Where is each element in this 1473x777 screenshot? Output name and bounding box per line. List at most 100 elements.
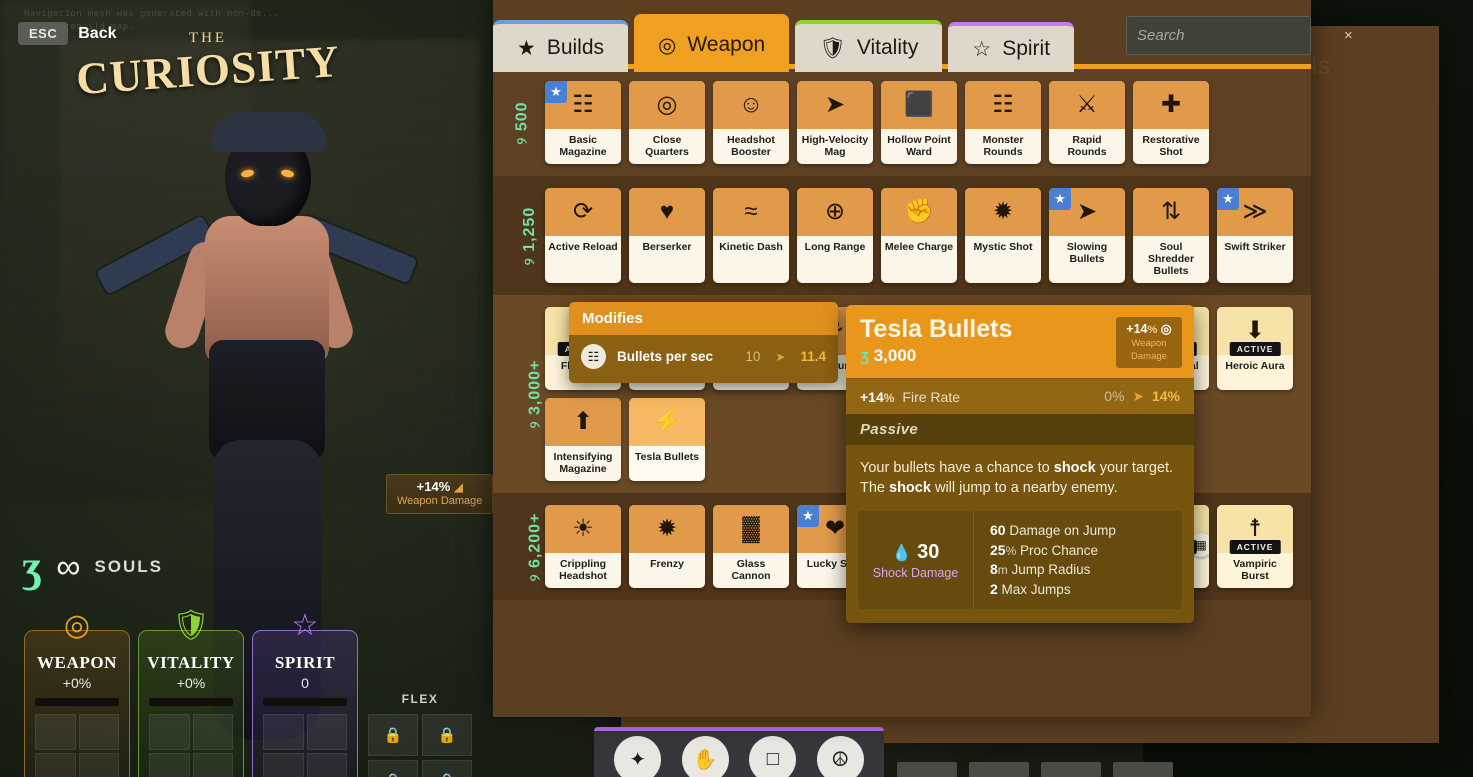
stat-slots[interactable] [263, 714, 347, 777]
lock-icon[interactable]: 🔒 [368, 760, 418, 777]
item-card[interactable]: ☷ Monster Rounds [965, 81, 1041, 164]
stat-slots[interactable] [149, 714, 233, 777]
ability-4-icon[interactable]: ☮ [816, 736, 864, 777]
stat-column-weapon[interactable]: ◎ WEAPON +0% [24, 611, 130, 777]
text-run: Your bullets have a chance to [860, 460, 1054, 476]
item-card[interactable]: ⊕ Long Range [797, 188, 873, 283]
stat-column-spirit[interactable]: ☆ SPIRIT 0 [252, 611, 358, 777]
ability-3-icon[interactable]: □ [749, 736, 797, 777]
item-art: ✊ [881, 188, 957, 236]
item-card[interactable]: ▓ Glass Cannon [713, 505, 789, 588]
item-name: High-Velocity Mag [801, 134, 869, 158]
item-art: ✚ [1133, 81, 1209, 129]
item-art: ☺ [713, 81, 789, 129]
item-art: ⟳ [545, 188, 621, 236]
souls-icon: ʒ [860, 346, 869, 365]
item-slot[interactable] [969, 762, 1029, 777]
item-art: ⬇ ACTIVE [1217, 307, 1293, 356]
item-card[interactable]: ⚔ Rapid Rounds [1049, 81, 1125, 164]
esc-key-badge[interactable]: ESC [18, 22, 69, 45]
item-card[interactable]: ⚡ Tesla Bullets [629, 398, 705, 481]
item-card[interactable]: ☀ Crippling Headshot [545, 505, 621, 588]
item-card[interactable]: ⟳ Active Reload [545, 188, 621, 283]
item-card[interactable]: ✊ Melee Charge [881, 188, 957, 283]
back-label[interactable]: Back [78, 25, 116, 43]
tooltip-description: Your bullets have a chance to shock your… [846, 445, 1194, 509]
tab-label: Spirit [1002, 37, 1051, 60]
ability-2-icon[interactable]: ✋ [681, 736, 729, 777]
world-weapon-damage-chip: +14% ◢ Weapon Damage [386, 474, 494, 514]
item-name: Glass Cannon [731, 558, 771, 582]
tab-weapon[interactable]: ◎ Weapon [634, 14, 790, 72]
stat-value: +0% [176, 675, 206, 691]
tab-spirit[interactable]: ☆ Spirit [948, 22, 1075, 72]
item-card[interactable]: ≈ Kinetic Dash [713, 188, 789, 283]
item-slot[interactable] [897, 762, 957, 777]
stat-column-vitality[interactable]: 🛡 VITALITY +0% [138, 611, 244, 777]
item-card[interactable]: ✹ Frenzy [629, 505, 705, 588]
item-icon: ☷ [572, 91, 594, 118]
item-art: ★ ☷ [545, 81, 621, 129]
lock-icon[interactable]: 🔒 [422, 714, 472, 756]
back-control[interactable]: ESC Back [18, 22, 116, 45]
tooltip-stat-row: +14% Fire Rate 0% ➤ 14% [846, 378, 1194, 414]
vitality-shield-icon: 🛡 [171, 609, 211, 642]
search-input[interactable] [1137, 27, 1338, 44]
item-card[interactable]: ★ ≫ Swift Striker [1217, 188, 1293, 283]
world-chip-label: Weapon Damage [397, 495, 483, 507]
tooltip-stat-item: 25% Proc Chance [990, 541, 1099, 558]
item-icon: ☨ [1248, 515, 1262, 542]
active-badge: ACTIVE [1229, 342, 1281, 356]
item-card[interactable]: ★ ➤ Slowing Bullets [1049, 188, 1125, 283]
item-name: Close Quarters [645, 134, 689, 158]
item-name: Mystic Shot [973, 241, 1033, 253]
item-card[interactable]: ✹ Mystic Shot [965, 188, 1041, 283]
tab-vitality[interactable]: 🛡 Vitality [795, 20, 943, 72]
item-card[interactable]: ⇅ Soul Shredder Bullets [1133, 188, 1209, 283]
lock-icon[interactable]: 🔒 [422, 760, 472, 777]
tooltip-weapon-damage-chip: +14% ◎ Weapon Damage [1116, 317, 1182, 368]
modifies-from-value: 10 [745, 349, 761, 364]
item-card[interactable]: ♥ Berserker [629, 188, 705, 283]
item-name: Monster Rounds [982, 134, 1024, 158]
item-card[interactable]: ☺ Headshot Booster [713, 81, 789, 164]
item-icon: ▓ [742, 515, 760, 542]
stat-slots[interactable] [35, 714, 119, 777]
ability-1-icon[interactable]: ✦ [614, 736, 662, 777]
item-name: Heroic Aura [1225, 360, 1285, 372]
lock-icon[interactable]: 🔒 [368, 714, 418, 756]
chip-value: +14 [1126, 322, 1148, 336]
item-name: Hollow Point Ward [887, 134, 951, 158]
souls-sigil-icon: ʒ [22, 542, 43, 591]
chip-unit: % [1147, 324, 1158, 336]
keyword: shock [1053, 460, 1096, 476]
item-card[interactable]: ✚ Restorative Shot [1133, 81, 1209, 164]
item-card[interactable]: ⬆ Intensifying Magazine [545, 398, 621, 481]
item-card[interactable]: ⬇ ACTIVE Heroic Aura [1217, 307, 1293, 390]
item-slot[interactable] [1113, 762, 1173, 777]
flex-slot-grid[interactable]: 🔒 🔒 🔒 🔒 [368, 714, 472, 777]
souls-label: SOULS [94, 557, 163, 576]
item-card[interactable]: ➤ High-Velocity Mag [797, 81, 873, 164]
modifies-popup: Modifies ☷ Bullets per sec 10 ➤ 11.4 [569, 302, 838, 383]
search-box[interactable]: × [1126, 16, 1353, 55]
close-icon[interactable]: × [1338, 27, 1353, 44]
ability-bar[interactable]: ✦ ✋ □ ☮ [594, 727, 884, 777]
item-card[interactable]: ⬛ Hollow Point Ward [881, 81, 957, 164]
item-art: ☷ [965, 81, 1041, 129]
item-card[interactable]: ★ ☷ Basic Magazine [545, 81, 621, 164]
item-slot[interactable] [1041, 762, 1101, 777]
item-name: Swift Striker [1224, 241, 1286, 253]
bottom-item-slots[interactable] [897, 762, 1173, 777]
item-art: ♥ [629, 188, 705, 236]
hat [211, 112, 327, 152]
tab-builds[interactable]: ★ Builds [493, 20, 629, 72]
modifies-title: Modifies [569, 302, 838, 335]
tooltip-cost-value: 3,000 [873, 346, 917, 365]
item-card[interactable]: ◎ Close Quarters [629, 81, 705, 164]
item-card[interactable]: ☨ ACTIVE Vampiric Burst [1217, 505, 1293, 588]
stat-bar [149, 698, 233, 706]
item-icon: ◎ [656, 91, 678, 118]
item-name: Slowing Bullets [1066, 241, 1108, 265]
tooltip-stat-item: 60 Damage on Jump [990, 522, 1116, 538]
